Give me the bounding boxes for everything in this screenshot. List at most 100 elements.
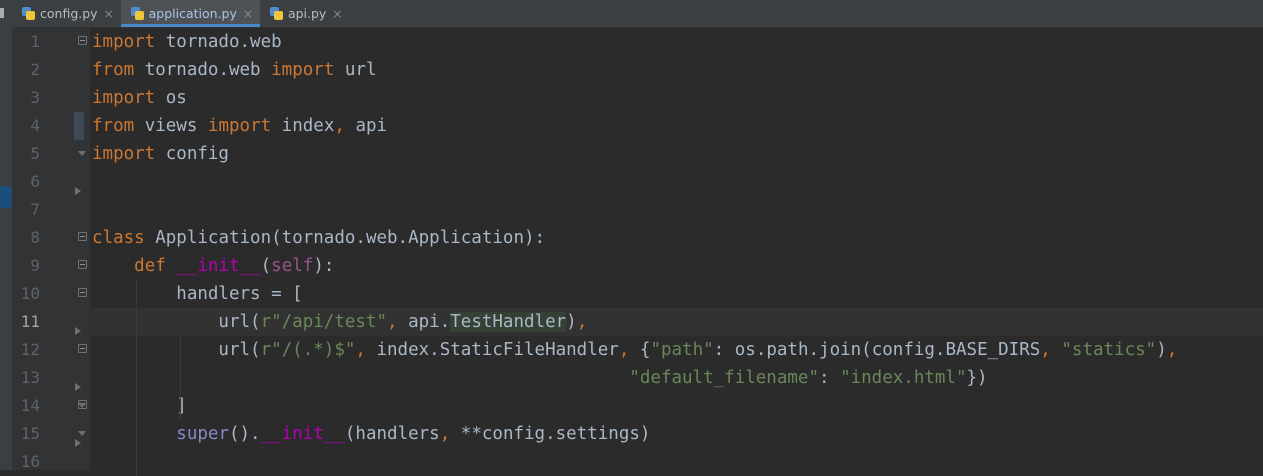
tool-strip-selection-marker bbox=[0, 186, 12, 208]
code-line[interactable]: from views import index, api bbox=[90, 112, 1263, 140]
code-line[interactable]: import os bbox=[90, 84, 1263, 112]
code-token: index bbox=[271, 116, 335, 136]
line-number[interactable]: 2 bbox=[12, 56, 40, 84]
tab-config-py[interactable]: config.py × bbox=[12, 0, 121, 27]
fold-end-icon[interactable] bbox=[78, 431, 86, 436]
code-line[interactable] bbox=[90, 448, 1263, 476]
code-token: Application(tornado.web.Application): bbox=[144, 228, 546, 248]
code-token: tornado.web bbox=[155, 32, 282, 52]
tab-api-py[interactable]: api.py × bbox=[260, 0, 349, 27]
line-number-gutter[interactable]: 1 2 3 4 5 6 7 8 9 10 11 12 13 14 15 16 bbox=[12, 28, 112, 471]
line-number[interactable]: 4 bbox=[12, 112, 40, 140]
code-token: from bbox=[92, 60, 135, 80]
fold-open-icon[interactable] bbox=[78, 232, 87, 241]
code-line[interactable]: "default_filename": "index.html"}) bbox=[90, 364, 1263, 392]
code-line[interactable]: super().__init__(handlers, **config.sett… bbox=[90, 420, 1263, 448]
fold-arrow-icon[interactable] bbox=[75, 327, 81, 335]
code-token: , bbox=[576, 312, 588, 332]
code-token: { bbox=[629, 340, 651, 360]
code-line[interactable]: url(r"/(.*)$", index.StaticFileHandler, … bbox=[90, 336, 1263, 364]
line-number[interactable]: 9 bbox=[12, 252, 40, 280]
line-number[interactable]: 1 bbox=[12, 28, 40, 56]
code-token: self bbox=[271, 256, 314, 276]
code-token: (handlers bbox=[344, 424, 440, 444]
code-token: , bbox=[334, 116, 345, 136]
close-icon[interactable]: × bbox=[104, 7, 114, 21]
code-token: }) bbox=[966, 368, 988, 388]
code-line[interactable]: import config bbox=[90, 140, 1263, 168]
code-line[interactable]: class Application(tornado.web.Applicatio… bbox=[90, 224, 1263, 252]
tab-application-py[interactable]: application.py × bbox=[120, 0, 260, 27]
code-token: TestHandler bbox=[450, 312, 567, 332]
tab-label: config.py bbox=[40, 6, 98, 21]
code-token: , bbox=[355, 340, 366, 360]
line-number[interactable]: 6 bbox=[12, 168, 40, 196]
code-token: "default_filename" bbox=[629, 368, 819, 388]
code-token: "path" bbox=[650, 340, 714, 360]
code-token: index.StaticFileHandler bbox=[365, 340, 619, 360]
close-icon[interactable]: × bbox=[332, 7, 342, 21]
fold-end-icon[interactable] bbox=[78, 151, 86, 156]
tab-label: api.py bbox=[287, 6, 327, 21]
python-file-icon bbox=[22, 7, 35, 20]
code-line[interactable]: url(r"/api/test", api.TestHandler), bbox=[90, 308, 1263, 336]
line-number[interactable]: 15 bbox=[12, 420, 40, 448]
code-line[interactable] bbox=[90, 168, 1263, 196]
code-token: (). bbox=[228, 424, 261, 444]
code-token: handlers = [ bbox=[92, 284, 303, 304]
code-token: , bbox=[618, 340, 630, 360]
line-number[interactable]: 3 bbox=[12, 84, 40, 112]
code-token: api. bbox=[397, 312, 451, 332]
line-number[interactable]: 8 bbox=[12, 224, 40, 252]
line-number[interactable]: 10 bbox=[12, 280, 40, 308]
line-number[interactable]: 14 bbox=[12, 392, 40, 420]
code-token: r"/(.*)$" bbox=[260, 340, 356, 360]
code-token: url bbox=[334, 60, 377, 80]
line-number[interactable]: 11 bbox=[12, 308, 40, 336]
code-line[interactable]: import tornado.web bbox=[90, 28, 1263, 56]
code-token: from bbox=[92, 116, 135, 136]
code-token: **config.settings) bbox=[450, 424, 651, 444]
code-token: __init__ bbox=[260, 424, 345, 444]
line-number[interactable]: 16 bbox=[12, 448, 40, 476]
tool-strip-handle[interactable] bbox=[0, 8, 4, 18]
line-number[interactable]: 12 bbox=[12, 336, 40, 364]
line-number[interactable]: 5 bbox=[12, 140, 40, 168]
code-token: class bbox=[92, 228, 145, 248]
code-token: ] bbox=[92, 396, 187, 416]
code-token: config bbox=[155, 144, 229, 164]
fold-open-icon[interactable] bbox=[78, 260, 87, 269]
code-line[interactable]: handlers = [ bbox=[90, 280, 1263, 308]
code-token: : bbox=[819, 368, 841, 388]
code-text-area[interactable]: import tornado.web from tornado.web impor… bbox=[90, 28, 1263, 476]
vcs-change-marker[interactable] bbox=[74, 112, 84, 140]
code-token: tornado.web bbox=[134, 60, 272, 80]
fold-open-icon[interactable] bbox=[78, 344, 87, 353]
fold-arrow-icon[interactable] bbox=[75, 439, 81, 447]
code-token: "statics" bbox=[1061, 340, 1157, 360]
code-token: api bbox=[344, 116, 388, 136]
fold-arrow-icon[interactable] bbox=[75, 187, 81, 195]
code-token: r"/api/test" bbox=[260, 312, 388, 332]
fold-arrow-icon[interactable] bbox=[75, 383, 81, 391]
line-number[interactable]: 7 bbox=[12, 196, 40, 224]
line-number[interactable]: 13 bbox=[12, 364, 40, 392]
code-editor[interactable]: 1 2 3 4 5 6 7 8 9 10 11 12 13 14 15 16 import tornado.w… bbox=[12, 28, 1263, 476]
code-line[interactable]: def __init__(self): bbox=[90, 252, 1263, 280]
code-line[interactable]: from tornado.web import url bbox=[90, 56, 1263, 84]
code-line[interactable] bbox=[90, 196, 1263, 224]
fold-open-icon[interactable] bbox=[78, 36, 87, 45]
code-token: , bbox=[439, 424, 451, 444]
code-token: url( bbox=[92, 340, 261, 360]
editor-tab-bar: config.py × application.py × api.py × bbox=[12, 0, 1263, 28]
fold-open-icon[interactable] bbox=[78, 288, 87, 297]
code-token: __init__ bbox=[176, 256, 261, 276]
code-token: import bbox=[271, 60, 335, 80]
close-icon[interactable]: × bbox=[243, 7, 253, 21]
fold-end-icon[interactable] bbox=[78, 403, 86, 408]
code-line[interactable]: ] bbox=[90, 392, 1263, 420]
indent-guide bbox=[180, 336, 181, 420]
